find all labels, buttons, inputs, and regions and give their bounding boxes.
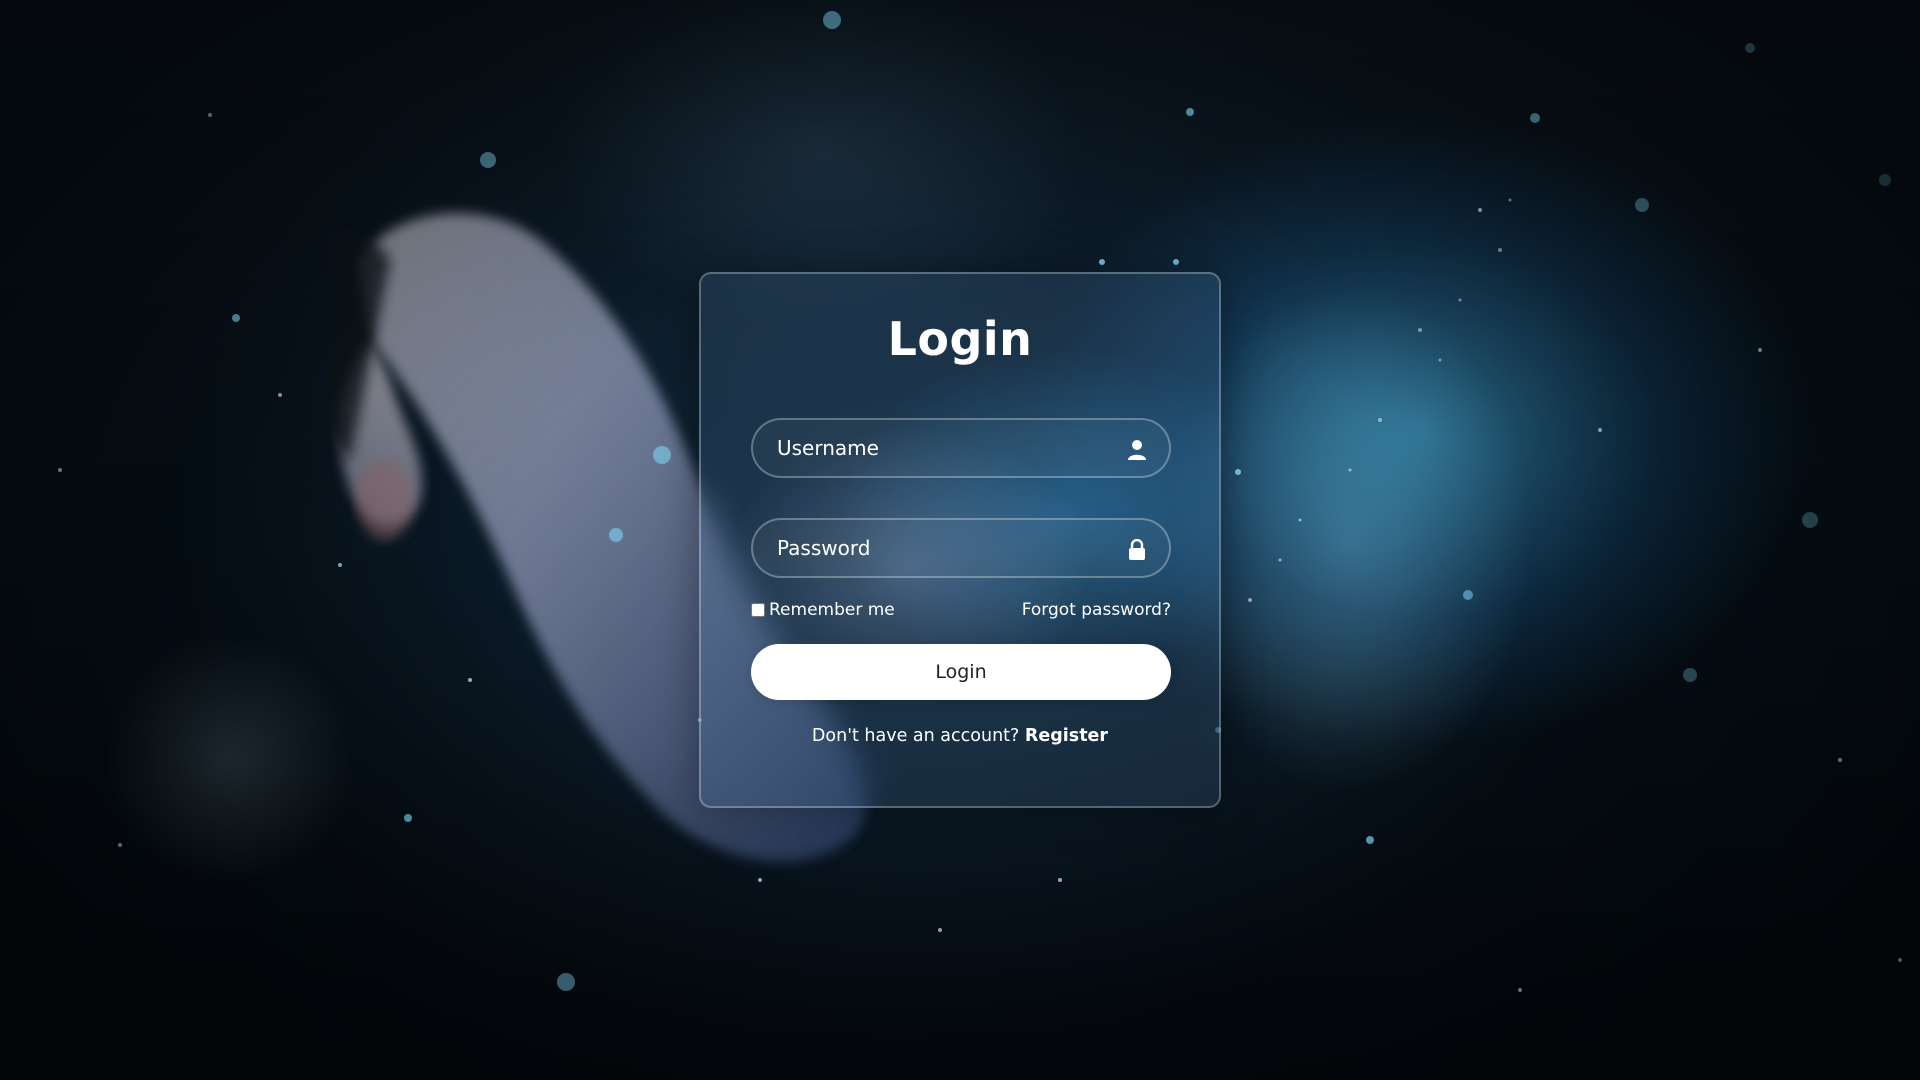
remember-me-option[interactable]: Remember me [751,600,895,620]
remember-me-label: Remember me [769,600,895,620]
login-button[interactable]: Login [751,644,1171,700]
lock-icon [1129,539,1145,560]
login-title: Login [887,312,1033,366]
options-row: Remember me Forgot password? [751,600,1171,626]
register-link[interactable]: Register [1025,726,1108,746]
register-prompt-line: Don't have an account? Register [701,726,1219,746]
username-input[interactable] [753,420,1169,476]
forgot-password-link[interactable]: Forgot password? [1022,600,1171,620]
register-prompt-text: Don't have an account? [811,726,1020,746]
remember-me-checkbox[interactable] [751,603,765,617]
password-input[interactable] [753,520,1169,576]
login-card: Login Remember me Forgot password? Login [699,272,1221,808]
username-field-wrapper [751,418,1171,478]
user-icon [1128,440,1146,460]
login-page: Login Remember me Forgot password? Login [0,0,1920,1080]
password-field-wrapper [751,518,1171,578]
